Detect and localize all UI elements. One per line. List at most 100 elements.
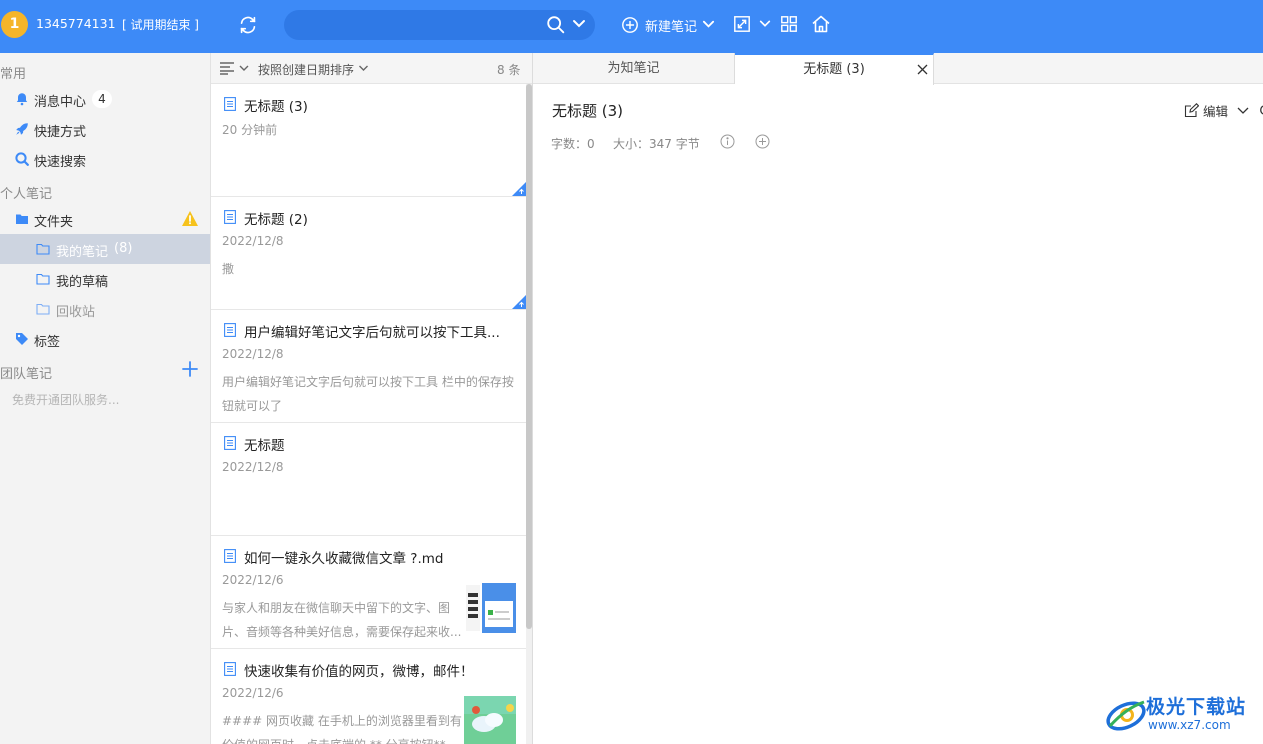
document-title[interactable]: 无标题 (3): [552, 100, 623, 121]
sidebar-item-label: 文件夹: [34, 215, 74, 230]
edit-button[interactable]: 编辑: [1184, 100, 1228, 120]
list-item[interactable]: 无标题 (2) 2022/12/8 撒: [211, 197, 526, 310]
info-icon[interactable]: [720, 134, 735, 149]
note-thumbnail-wechat: [464, 583, 516, 633]
note-title: 用户编辑好笔记文字后句就可以按下工具...: [244, 325, 500, 341]
sync-status-icon: [512, 295, 526, 309]
tab-untitled-3[interactable]: 无标题 (3): [735, 53, 934, 85]
team-service-link[interactable]: 免费开通团队服务...: [12, 391, 119, 408]
top-toolbar: 1 1345774131 [ 试用期结束 ] 新建笔记: [0, 0, 1263, 53]
sidebar-item-label: 标签: [34, 335, 61, 350]
add-team-icon[interactable]: [182, 361, 198, 377]
sidebar-item-quick-search[interactable]: 快速搜索: [0, 144, 210, 174]
close-icon[interactable]: [917, 64, 928, 75]
avatar[interactable]: 1: [1, 11, 28, 38]
note-date: 2022/12/8: [222, 347, 284, 361]
trial-status[interactable]: [ 试用期结束 ]: [122, 16, 199, 33]
note-snippet: 撒: [222, 262, 235, 276]
sidebar-item-folder[interactable]: 文件夹: [0, 204, 210, 234]
sidebar-item-count: (8): [114, 241, 133, 256]
sidebar-item-label: 快捷方式: [34, 125, 87, 140]
editor-pane: 为知笔记 无标题 (3) 无标题 (3) 字数：0 大小：347 字节 编辑: [532, 53, 1263, 744]
note-title: 无标题 (2): [244, 212, 308, 228]
sidebar-item-shortcuts[interactable]: 快捷方式: [0, 114, 210, 144]
note-title: 如何一键永久收藏微信文章 ?.md: [244, 551, 444, 567]
list-item[interactable]: 无标题 2022/12/8: [211, 423, 526, 536]
note-list-header: 按照创建日期排序 8 条: [211, 53, 532, 84]
list-item[interactable]: 如何一键永久收藏微信文章 ?.md 2022/12/6 与家人和朋友在微信聊天中…: [211, 536, 526, 649]
note-snippet: 用户编辑好笔记文字后句就可以按下工具 栏中的保存按钮就可以了: [222, 375, 514, 413]
sidebar-item-label: 我的草稿: [56, 275, 109, 290]
watermark-logo-icon: [1106, 700, 1146, 731]
sidebar-item-messages[interactable]: 消息中心 4: [0, 84, 210, 114]
tab-label: 无标题 (3): [803, 62, 865, 77]
plus-circle-icon: [622, 17, 638, 33]
grid-icon[interactable]: [780, 15, 798, 33]
more-icon[interactable]: [1259, 105, 1263, 115]
document-icon: [224, 436, 236, 450]
expand-icon[interactable]: [733, 15, 751, 33]
sidebar-item-my-notes[interactable]: 我的笔记 (8): [0, 234, 210, 264]
rocket-icon: [16, 123, 28, 135]
search-icon[interactable]: [545, 14, 567, 36]
tag-icon: [16, 333, 28, 345]
new-note-label: 新建笔记: [645, 19, 698, 35]
sidebar-item-label: 我的笔记: [56, 245, 109, 260]
list-item[interactable]: 用户编辑好笔记文字后句就可以按下工具... 2022/12/8 用户编辑好笔记文…: [211, 310, 526, 423]
sync-status-icon: [512, 182, 526, 196]
list-item[interactable]: 无标题 (3) 20 分钟前: [211, 84, 526, 197]
list-sort-icon[interactable]: [219, 61, 235, 75]
warning-icon[interactable]: [181, 210, 199, 227]
tab-bar: 为知笔记 无标题 (3): [533, 53, 1263, 85]
tab-wiz-note[interactable]: 为知笔记: [533, 53, 735, 84]
sidebar-item-tags[interactable]: 标签: [0, 324, 210, 354]
watermark-name: 极光下载站: [1146, 696, 1247, 718]
chevron-down-icon[interactable]: [358, 63, 369, 73]
note-snippet: 与家人和朋友在微信聊天中留下的文字、图片、音频等各种美好信息，需要保存起来收..…: [222, 601, 462, 639]
note-date: 2022/12/6: [222, 573, 284, 587]
document-icon: [224, 549, 236, 563]
document-icon: [224, 210, 236, 224]
add-circle-icon[interactable]: [755, 134, 770, 149]
sidebar: 常用 消息中心 4 快捷方式 快速搜索 个人笔记 文件夹 我的笔记 (8) 我的…: [0, 53, 211, 744]
sort-order-label[interactable]: 按照创建日期排序: [258, 61, 354, 78]
list-item[interactable]: 快速收集有价值的网页，微博，邮件！ 2022/12/6 #### 网页收藏 在手…: [211, 649, 526, 744]
sync-icon[interactable]: [237, 14, 259, 36]
search-icon: [15, 152, 29, 166]
sidebar-item-recycle[interactable]: 回收站: [0, 294, 210, 324]
note-title: 快速收集有价值的网页，微博，邮件！: [244, 664, 474, 680]
sidebar-item-label: 快速搜索: [34, 155, 87, 170]
username[interactable]: 1345774131: [36, 16, 116, 31]
document-icon: [224, 662, 236, 676]
note-title: 无标题: [244, 438, 285, 454]
note-count: 8 条: [497, 63, 521, 77]
sidebar-item-label: 消息中心: [34, 95, 87, 110]
messages-count-badge: 4: [92, 90, 112, 108]
document-icon: [224, 323, 236, 337]
chevron-down-icon[interactable]: [759, 18, 771, 30]
note-snippet: #### 网页收藏 在手机上的浏览器里看到有价值的网页时，点击底端的 ** 分享…: [222, 714, 462, 744]
chevron-down-icon[interactable]: [572, 17, 586, 31]
edit-icon: [1184, 102, 1199, 117]
chevron-down-icon[interactable]: [1237, 105, 1249, 115]
section-title-common: 常用: [0, 67, 27, 82]
bell-icon: [16, 93, 28, 106]
folder-outline-icon: [36, 273, 50, 285]
chevron-down-icon[interactable]: [239, 63, 249, 73]
sidebar-item-label: 回收站: [56, 305, 96, 320]
note-date: 20 分钟前: [222, 123, 278, 137]
edit-label: 编辑: [1203, 103, 1229, 119]
home-icon[interactable]: [811, 14, 831, 34]
section-title-personal: 个人笔记: [0, 187, 53, 202]
note-date: 2022/12/8: [222, 460, 284, 474]
chevron-down-icon[interactable]: [702, 18, 715, 31]
note-date: 2022/12/8: [222, 234, 284, 248]
sidebar-item-drafts[interactable]: 我的草稿: [0, 264, 210, 294]
note-title: 无标题 (3): [244, 99, 308, 115]
new-note-button[interactable]: 新建笔记: [621, 14, 697, 36]
watermark-url: www.xz7.com: [1148, 718, 1231, 732]
folder-outline-icon: [36, 243, 50, 255]
document-size: 大小：347 字节: [613, 137, 700, 151]
word-count: 字数：0: [551, 137, 595, 151]
section-title-team: 团队笔记: [0, 367, 53, 382]
